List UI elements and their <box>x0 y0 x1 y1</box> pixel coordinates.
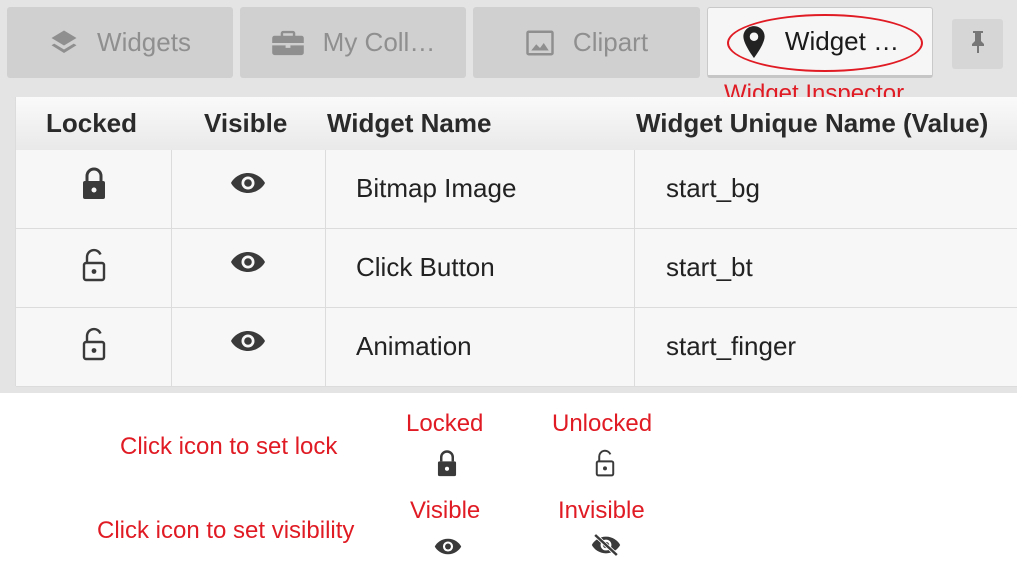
visibility-toggle[interactable] <box>171 150 325 220</box>
tab-widgets[interactable]: Widgets <box>7 7 233 78</box>
eye-icon <box>230 329 266 358</box>
legend-invisible-label: Invisible <box>558 497 645 524</box>
pin-button[interactable] <box>952 19 1003 69</box>
widget-name: Bitmap Image <box>356 173 517 203</box>
table-row[interactable]: Click Button start_bt <box>16 229 1017 308</box>
lock-toggle[interactable] <box>16 229 171 305</box>
annotation-ellipse <box>727 14 923 72</box>
lock-open-icon <box>594 449 616 482</box>
table-row[interactable]: Animation start_finger <box>16 308 1017 387</box>
lock-open-icon <box>81 248 107 287</box>
table-row[interactable]: Bitmap Image start_bg <box>16 150 1017 229</box>
lock-open-icon <box>81 327 107 366</box>
layers-icon <box>49 28 79 58</box>
widget-name: Click Button <box>356 252 495 282</box>
briefcase-icon <box>271 28 305 58</box>
lock-hint: Click icon to set lock <box>120 433 338 460</box>
tab-my-collection[interactable]: My Coll… <box>240 7 466 78</box>
tab-label: Widgets <box>97 27 191 57</box>
table-header: Locked Visible Widget Name Widget Unique… <box>16 97 1017 151</box>
eye-icon <box>434 537 462 561</box>
lock-toggle[interactable] <box>16 308 171 384</box>
widget-name: Animation <box>356 331 472 361</box>
visibility-hint: Click icon to set visibility <box>97 517 355 544</box>
tab-label: My Coll… <box>322 27 436 57</box>
column-header-unique-name[interactable]: Widget Unique Name (Value) <box>636 108 988 139</box>
eye-off-icon <box>591 533 621 562</box>
legend-visible-label: Visible <box>410 497 481 524</box>
lock-closed-icon <box>81 166 107 205</box>
tab-clipart[interactable]: Clipart <box>473 7 700 78</box>
image-icon <box>525 28 555 58</box>
legend-unlocked-label: Unlocked <box>552 410 653 437</box>
pin-icon <box>970 30 986 59</box>
column-header-visible[interactable]: Visible <box>204 108 287 139</box>
visibility-toggle[interactable] <box>171 308 325 378</box>
column-header-locked[interactable]: Locked <box>46 108 137 139</box>
lock-closed-icon <box>436 449 458 482</box>
visibility-toggle[interactable] <box>171 229 325 299</box>
widget-table: Locked Visible Widget Name Widget Unique… <box>15 97 1017 387</box>
lock-toggle[interactable] <box>16 150 171 220</box>
eye-icon <box>230 250 266 279</box>
widget-unique-name: start_bg <box>666 173 760 203</box>
widget-unique-name: start_finger <box>666 331 797 361</box>
eye-icon <box>230 171 266 200</box>
tab-label: Clipart <box>572 27 649 57</box>
widget-unique-name: start_bt <box>666 252 753 282</box>
column-header-widget-name[interactable]: Widget Name <box>327 108 491 139</box>
widget-panel: Widgets My Coll… Clipart Widget … Widget… <box>0 0 1017 393</box>
legend-locked-label: Locked <box>406 410 484 437</box>
